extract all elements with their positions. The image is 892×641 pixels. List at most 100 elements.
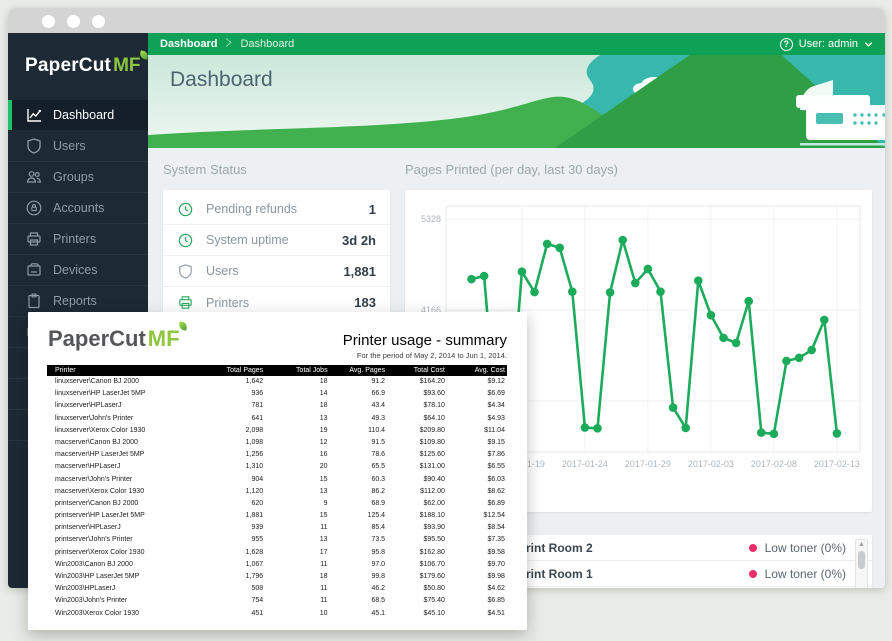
report-table-row: macserver\HPLaserJ1,3102065.5$131.00$6.5…	[47, 461, 507, 473]
report-table-row: printserver\Xerox Color 19301,6281795.8$…	[47, 547, 507, 559]
report-cell: linuxserver\HPLaserJ	[47, 400, 203, 412]
report-cell: 15	[263, 474, 327, 486]
data-point	[807, 346, 816, 355]
window-dot-icon[interactable]	[42, 15, 55, 28]
shield-icon	[25, 137, 43, 155]
report-cell: 45.1	[328, 608, 386, 620]
printer-status-row[interactable]: Print Room 1Low toner (0%)	[500, 561, 872, 587]
data-point	[795, 354, 804, 363]
status-label: Pending refunds	[206, 202, 369, 216]
y-axis-tick-label: 5328	[421, 214, 441, 224]
window-titlebar	[8, 8, 885, 33]
report-cell: 939	[203, 522, 263, 534]
user-menu[interactable]: User: admin	[799, 38, 873, 50]
report-cell: 19	[263, 425, 327, 437]
report-logo-suffix: MF	[148, 326, 180, 351]
users-group-icon	[25, 168, 43, 186]
x-axis-tick-label: 2017-02-03	[688, 459, 734, 469]
sidebar-item-dashboard[interactable]: Dashboard	[8, 100, 148, 131]
report-table: PrinterTotal PagesTotal JobsAvg. PagesTo…	[47, 365, 507, 620]
report-col-header: Total Pages	[203, 365, 263, 376]
report-cell: 451	[203, 608, 263, 620]
report-subtitle: For the period of May 2, 2014 to Jun 1, …	[343, 351, 507, 360]
help-circle-icon[interactable]: ?	[780, 38, 793, 51]
sidebar-item-devices[interactable]: Devices	[8, 255, 148, 286]
report-cell: linuxserver\HP LaserJet 5MP	[47, 388, 203, 400]
report-cell: 15	[263, 510, 327, 522]
report-cell: $95.50	[385, 534, 445, 546]
report-cell: $8.54	[445, 522, 507, 534]
breadcrumb-dashboard[interactable]: Dashboard	[160, 38, 217, 50]
data-point	[644, 265, 653, 274]
window-dot-icon[interactable]	[92, 15, 105, 28]
report-cell: 60.3	[328, 474, 386, 486]
sidebar-item-printers[interactable]: Printers	[8, 224, 148, 255]
report-cell: Win2003\HP LaserJet 5MP	[47, 571, 203, 583]
report-cell: 91.2	[328, 376, 386, 388]
report-cell: $6.03	[445, 474, 507, 486]
status-value: 1,881	[343, 264, 376, 279]
logo-text: PaperCut	[25, 55, 111, 76]
report-cell: 620	[203, 498, 263, 510]
report-cell: Win2003\John's Printer	[47, 595, 203, 607]
report-cell: linuxserver\John's Printer	[47, 413, 203, 425]
report-cell: 955	[203, 534, 263, 546]
data-point	[719, 334, 728, 343]
report-table-header: PrinterTotal PagesTotal JobsAvg. PagesTo…	[47, 365, 507, 376]
data-point	[669, 403, 678, 412]
report-cell: $45.10	[385, 608, 445, 620]
report-title: Printer usage - summary	[343, 332, 507, 349]
sidebar-item-groups[interactable]: Groups	[8, 162, 148, 193]
report-cell: 13	[263, 413, 327, 425]
report-table-row: printserver\Canon BJ 2000620968.9$62.00$…	[47, 498, 507, 510]
report-cell: $9.15	[445, 437, 507, 449]
data-point	[518, 267, 527, 276]
sidebar-item-label: Reports	[53, 294, 97, 308]
report-table-row: macserver\Xerox Color 19301,1201386.2$11…	[47, 486, 507, 498]
sidebar-item-label: Groups	[53, 170, 94, 184]
printer-status-text: Low toner (0%)	[765, 541, 846, 555]
report-cell: $7.86	[445, 449, 507, 461]
sidebar-item-users[interactable]: Users	[8, 131, 148, 162]
report-cell: 1,256	[203, 449, 263, 461]
sidebar-item-label: Users	[53, 139, 86, 153]
report-cell: 936	[203, 388, 263, 400]
report-table-row: printserver\John's Printer9551373.5$95.5…	[47, 534, 507, 546]
report-cell: 68.5	[328, 595, 386, 607]
report-cell: 1,796	[203, 571, 263, 583]
system-status-heading: System Status	[163, 162, 247, 177]
report-cell: $188.10	[385, 510, 445, 522]
printer-name: Print Room 2	[518, 541, 749, 555]
data-point	[530, 288, 539, 297]
report-cell: $209.80	[385, 425, 445, 437]
report-cell: 754	[203, 595, 263, 607]
report-cell: 12	[263, 437, 327, 449]
report-table-row: linuxserver\John's Printer6411349.3$64.1…	[47, 413, 507, 425]
clock-icon	[177, 232, 194, 249]
scrollbar[interactable]: ▲	[855, 539, 868, 588]
scrollbar-thumb[interactable]	[858, 551, 865, 569]
report-cell: printserver\Canon BJ 2000	[47, 498, 203, 510]
report-cell: 18	[263, 376, 327, 388]
window-dot-icon[interactable]	[67, 15, 80, 28]
report-cell: 1,881	[203, 510, 263, 522]
printer-icon	[25, 230, 43, 248]
status-value: 1	[369, 202, 376, 217]
printer-status-row[interactable]: Print Room 2 Low toner (0%)	[500, 535, 872, 561]
report-cell: printserver\John's Printer	[47, 534, 203, 546]
report-cell: $7.35	[445, 534, 507, 546]
report-cell: $12.54	[445, 510, 507, 522]
report-cell: 66.9	[328, 388, 386, 400]
report-cell: 86.2	[328, 486, 386, 498]
status-label: System uptime	[206, 233, 342, 247]
data-point	[618, 236, 627, 245]
sidebar-item-accounts[interactable]: Accounts	[8, 193, 148, 224]
data-point	[593, 424, 602, 433]
report-cell: 91.5	[328, 437, 386, 449]
report-table-row: Win2003\HP LaserJet 5MP1,7961899.8$179.6…	[47, 571, 507, 583]
report-table-row: macserver\John's Printer9041560.3$90.40$…	[47, 474, 507, 486]
scroll-up-icon[interactable]: ▲	[856, 540, 867, 549]
report-cell: Win2003\Canon BJ 2000	[47, 559, 203, 571]
report-table-row: Win2003\Canon BJ 20001,0671197.0$106.70$…	[47, 559, 507, 571]
breadcrumb-dashboard-2[interactable]: Dashboard	[240, 38, 294, 50]
